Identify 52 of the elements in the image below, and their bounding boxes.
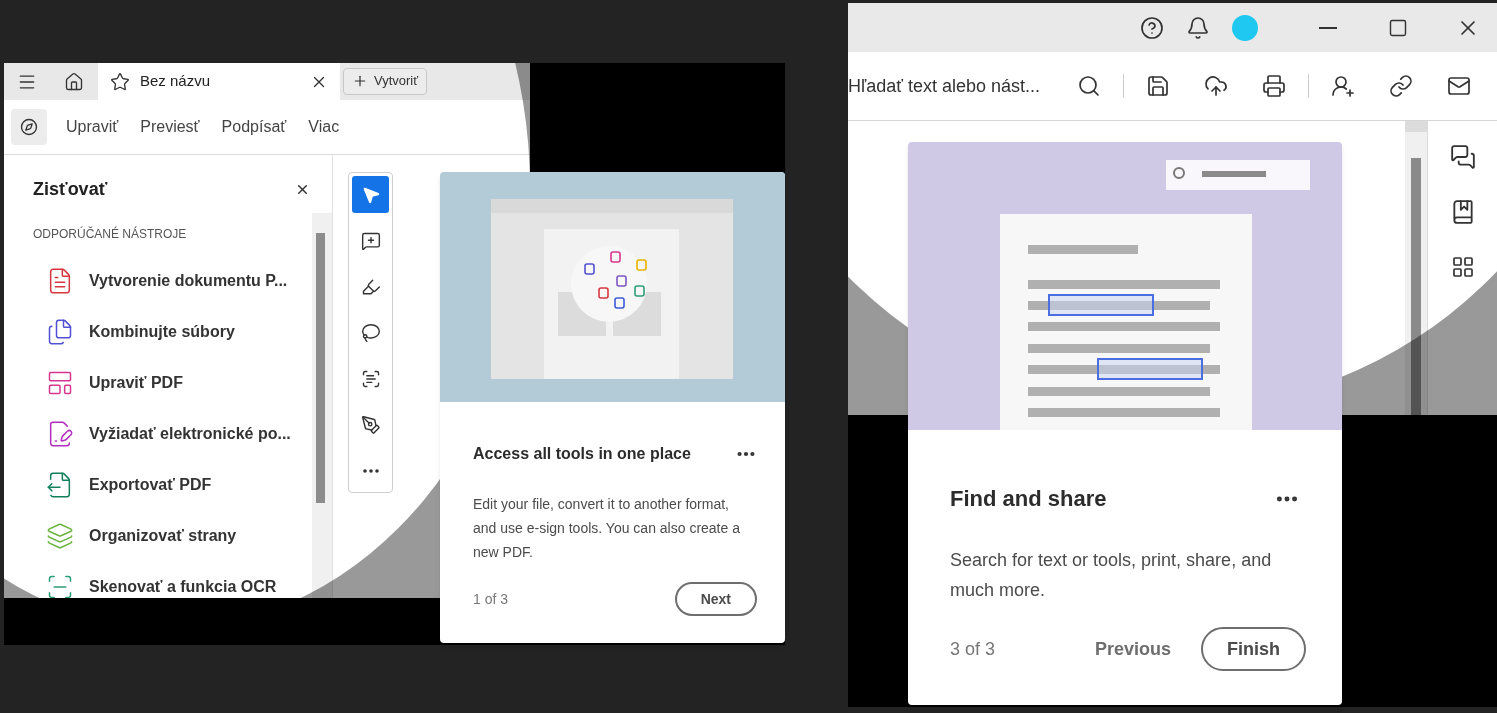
comment-icon <box>360 230 381 251</box>
printer-icon <box>1262 74 1286 98</box>
next-button[interactable]: Finish <box>1201 627 1306 671</box>
person-plus-icon <box>1331 74 1355 98</box>
create-button[interactable]: Vytvoriť <box>343 67 428 95</box>
tool-item[interactable]: Organizovať strany <box>4 510 312 561</box>
card-title: Access all tools in one place <box>473 444 691 464</box>
compass-icon <box>20 118 38 136</box>
cloud-upload-icon <box>1204 74 1228 98</box>
grid-icon <box>1450 255 1475 279</box>
scrollbar[interactable] <box>312 213 332 598</box>
link-icon <box>1389 74 1413 98</box>
step-counter: 1 of 3 <box>473 589 509 609</box>
tool-item[interactable]: Upraviť PDF <box>4 357 312 408</box>
tool-item[interactable]: Skenovať a funkcia OCR <box>4 561 312 598</box>
scrollbar-thumb[interactable] <box>316 233 325 503</box>
search-icon <box>1077 74 1101 98</box>
scrollbar-thumb[interactable] <box>1411 158 1421 415</box>
star-icon[interactable] <box>110 71 130 92</box>
menu-item[interactable]: Podpísať <box>210 115 298 139</box>
scrollbar[interactable] <box>1405 121 1427 415</box>
discover-button[interactable] <box>11 109 47 145</box>
tool-item[interactable]: Kombinujte súbory <box>4 306 312 357</box>
tool-item[interactable]: Vytvorenie dokumentu P... <box>4 255 312 306</box>
home-icon <box>64 71 84 92</box>
section-heading: ODPORÚČANÉ NÁSTROJE <box>32 225 188 243</box>
help-icon <box>1140 15 1164 40</box>
menu-item[interactable]: Upraviť <box>55 115 130 139</box>
step-counter: 3 of 3 <box>950 637 997 661</box>
search-field[interactable]: Hľadať text alebo nást... <box>848 72 1062 100</box>
tool-item[interactable]: Exportovať PDF <box>4 459 312 510</box>
panel-title: Zisťovať <box>33 177 108 201</box>
menu-item[interactable]: Previesť <box>129 115 211 139</box>
card-description: Search for text or tools, print, share, and much more. <box>949 549 1273 602</box>
maximize-icon <box>1388 17 1408 38</box>
bell-icon <box>1186 15 1210 40</box>
tool-item[interactable]: Vyžiadať elektronické po... <box>4 408 312 459</box>
tab-title: Bez názvu <box>140 71 212 92</box>
document-tab[interactable]: Bez názvu <box>98 63 340 100</box>
lasso-icon <box>360 322 381 343</box>
text-select-icon <box>360 368 381 389</box>
envelope-icon <box>1447 74 1471 98</box>
next-button[interactable]: Next <box>674 582 757 616</box>
menu-item[interactable]: Viac <box>297 115 351 139</box>
previous-button[interactable]: Previous <box>1084 627 1181 671</box>
pen-icon <box>360 414 381 435</box>
speech-bubbles-icon <box>1449 144 1476 170</box>
card-description: Edit your file, convert it to another format, and use e-sign tools. You can also create a new PDF. <box>472 495 741 562</box>
minimize-icon <box>1319 26 1337 29</box>
plus-icon <box>352 73 368 89</box>
more-icon <box>362 468 379 473</box>
card-title: Find and share <box>950 485 1107 513</box>
